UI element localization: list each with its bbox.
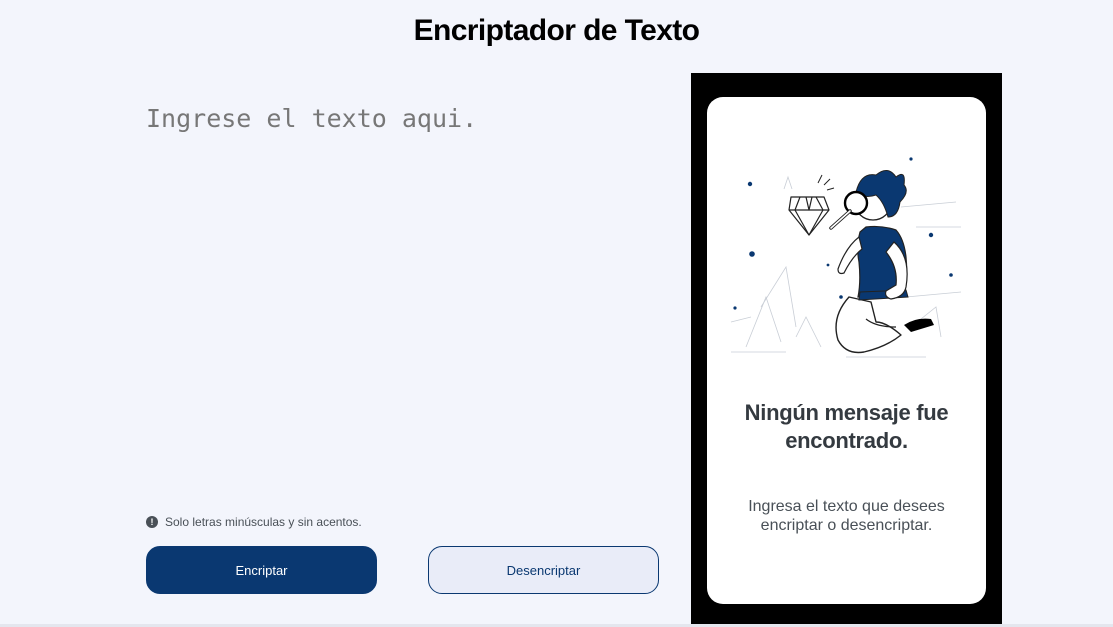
encrypt-button[interactable]: Encriptar (146, 546, 377, 594)
result-card: Ningún mensaje fue encontrado. Ingresa e… (707, 97, 986, 604)
text-input[interactable] (146, 104, 661, 484)
page-title: Encriptador de Texto (413, 14, 700, 47)
hint-text: Solo letras minúsculas y sin acentos. (165, 515, 362, 529)
empty-state-title: Ningún mensaje fue encontrado. (744, 400, 949, 453)
info-icon: ! (146, 516, 158, 528)
person-with-magnifier-illustration (730, 157, 962, 358)
empty-state-message: Ingresa el texto que desees encriptar o … (748, 498, 945, 534)
decrypt-button[interactable]: Desencriptar (428, 546, 659, 594)
input-hint: ! Solo letras minúsculas y sin acentos. (146, 515, 362, 529)
